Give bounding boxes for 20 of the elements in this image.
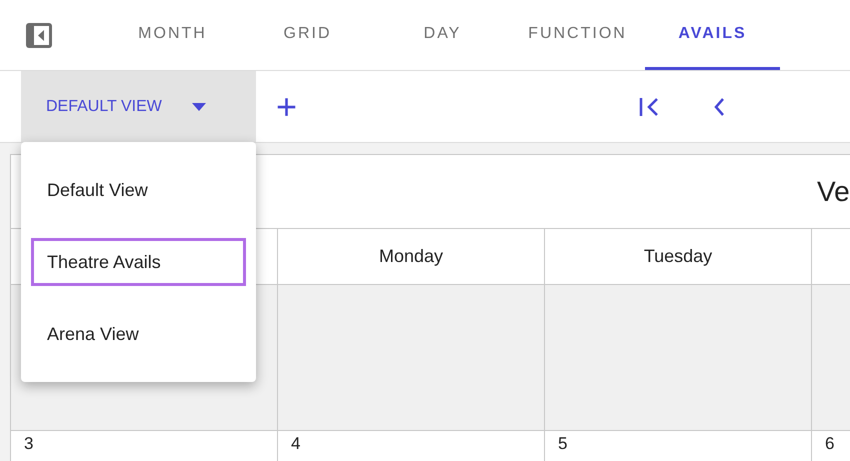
day-number: 4 bbox=[291, 434, 300, 453]
day-number: 3 bbox=[24, 434, 34, 453]
menu-item[interactable]: Theatre Avails bbox=[31, 238, 246, 286]
view-tab[interactable]: MONTH bbox=[105, 0, 240, 70]
view-dropdown[interactable]: DEFAULT VIEW bbox=[21, 71, 256, 142]
weekday-header: Tuesday bbox=[644, 245, 712, 268]
view-tab[interactable]: DAY bbox=[375, 0, 510, 70]
menu-item[interactable]: Arena View bbox=[31, 310, 246, 358]
day-number: 6 bbox=[825, 434, 834, 453]
view-tab[interactable]: GRID bbox=[240, 0, 375, 70]
view-tab[interactable]: AVAILS bbox=[645, 0, 780, 70]
sidebar-toggle-icon[interactable] bbox=[25, 22, 53, 48]
menu-item[interactable]: Default View bbox=[31, 166, 246, 214]
day-number: 5 bbox=[558, 434, 568, 453]
weekday-header: Monday bbox=[378, 245, 444, 268]
calendar-title: Ve bbox=[817, 174, 850, 208]
add-button[interactable]: + bbox=[276, 88, 298, 124]
view-tab[interactable]: FUNCTION bbox=[510, 0, 645, 70]
previous-icon[interactable] bbox=[713, 96, 726, 116]
caret-icon bbox=[192, 102, 206, 110]
